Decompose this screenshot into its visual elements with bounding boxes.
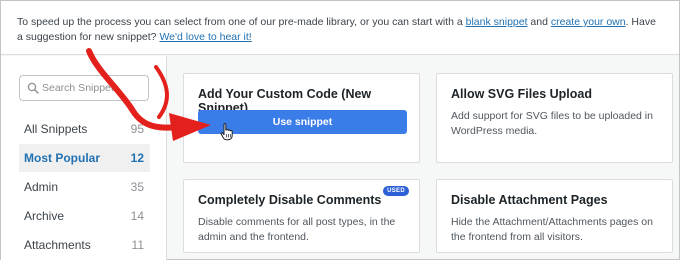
search-input[interactable] — [42, 76, 146, 100]
used-badge: USED — [383, 186, 409, 196]
snippet-card-disable-comments[interactable]: Completely Disable Comments USED Disable… — [183, 179, 420, 253]
category-attachments[interactable]: Attachments 11 — [19, 231, 150, 259]
feedback-link[interactable]: We'd love to hear it! — [159, 31, 251, 43]
snippet-card-svg-upload[interactable]: Allow SVG Files Upload Add support for S… — [436, 73, 673, 163]
intro-text-part-1: To speed up the process you can select f… — [17, 16, 466, 28]
create-your-own-link[interactable]: create your own — [551, 16, 626, 28]
blank-snippet-link[interactable]: blank snippet — [466, 16, 528, 28]
intro-text-part-2: and — [527, 16, 551, 28]
card-title: Completely Disable Comments — [198, 193, 382, 207]
category-count: 95 — [130, 122, 144, 136]
category-count: 12 — [130, 151, 144, 165]
hand-cursor-icon — [220, 123, 233, 141]
card-description: Hide the Attachment/Attachments pages on… — [451, 216, 653, 243]
snippet-card-disable-attachment-pages[interactable]: Disable Attachment Pages Hide the Attach… — [436, 179, 673, 253]
intro-text: To speed up the process you can select f… — [1, 1, 679, 55]
category-count: 14 — [130, 209, 144, 223]
snippet-library-panel: To speed up the process you can select f… — [0, 0, 680, 260]
category-archive[interactable]: Archive 14 — [19, 202, 150, 230]
category-label: Admin — [24, 180, 59, 194]
card-description: Add support for SVG files to be uploaded… — [451, 110, 653, 137]
search-icon — [27, 82, 39, 94]
category-label: Most Popular — [24, 151, 101, 165]
search-box[interactable] — [19, 75, 149, 101]
category-label: All Snippets — [24, 122, 88, 136]
category-count: 35 — [130, 180, 144, 194]
card-title: Allow SVG Files Upload — [451, 87, 592, 101]
category-admin[interactable]: Admin 35 — [19, 173, 150, 201]
category-count: 11 — [131, 238, 144, 252]
snippet-card-custom-code[interactable]: Add Your Custom Code (New Snippet) Use s… — [183, 73, 420, 163]
category-all-snippets[interactable]: All Snippets 95 — [19, 115, 150, 143]
card-description: Disable comments for all post types, in … — [198, 216, 396, 243]
category-label: Archive — [24, 209, 65, 223]
category-most-popular[interactable]: Most Popular 12 — [19, 144, 150, 172]
card-title: Disable Attachment Pages — [451, 193, 608, 207]
category-sidebar: All Snippets 95 Most Popular 12 Admin 35… — [1, 56, 167, 260]
category-label: Attachments — [24, 238, 91, 252]
